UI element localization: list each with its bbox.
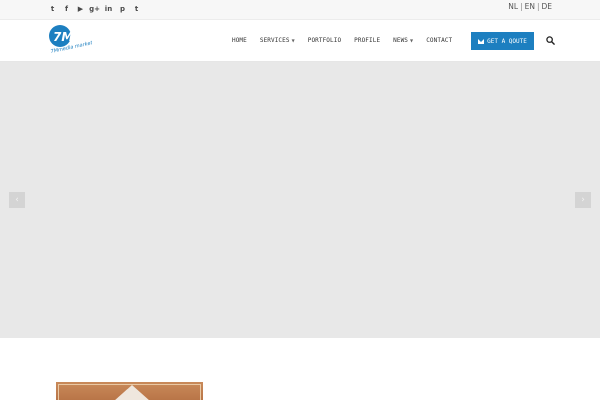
tumblr-icon[interactable]: t <box>132 4 141 14</box>
site-header: 7M 7Mmedia marketing HOME SERVICES ▼ PORT… <box>0 20 600 62</box>
nav-contact-label: CONTACT <box>426 37 453 44</box>
nav-services-label: SERVICES <box>259 37 290 44</box>
social-links: t f ▶ g+ in p t <box>48 4 141 14</box>
nav-portfolio-label: PORTFOLIO <box>307 37 342 44</box>
top-bar: t f ▶ g+ in p t NL | EN | DE <box>0 0 600 20</box>
nav-profile-label: PROFILE <box>354 37 381 44</box>
slider-prev-button[interactable]: ‹ <box>9 192 25 208</box>
language-en[interactable]: EN <box>525 2 535 11</box>
thumbnail-shape <box>114 385 150 400</box>
nav-portfolio[interactable]: PORTFOLIO <box>308 37 341 44</box>
language-separator: | <box>536 2 540 11</box>
logo-mark: 7M <box>53 30 73 44</box>
twitter-icon[interactable]: t <box>48 4 57 14</box>
nav-home-label: HOME <box>232 37 247 44</box>
youtube-icon[interactable]: ▶ <box>76 4 85 14</box>
envelope-icon <box>478 38 485 44</box>
language-separator: | <box>520 2 523 11</box>
nav-profile[interactable]: PROFILE <box>354 37 380 44</box>
nav-news[interactable]: NEWS ▼ <box>393 37 413 44</box>
chevron-down-icon: ▼ <box>410 38 414 43</box>
search-icon[interactable] <box>546 36 555 45</box>
nav-home[interactable]: HOME <box>232 37 247 44</box>
language-nl[interactable]: NL <box>508 2 518 11</box>
language-switcher: NL | EN | DE <box>508 2 552 11</box>
content-section <box>0 338 600 400</box>
nav-services[interactable]: SERVICES ▼ <box>260 37 295 44</box>
site-logo[interactable]: 7M 7Mmedia marketing <box>48 24 92 58</box>
get-a-quote-button[interactable]: GET A QOUTE <box>471 32 534 50</box>
slider-next-button[interactable]: › <box>575 192 591 208</box>
facebook-icon[interactable]: f <box>62 4 71 14</box>
pinterest-icon[interactable]: p <box>118 4 127 14</box>
main-navigation: HOME SERVICES ▼ PORTFOLIO PROFILE NEWS ▼ C… <box>232 31 465 50</box>
nav-news-label: NEWS <box>393 37 409 44</box>
linkedin-icon[interactable]: in <box>104 4 113 14</box>
google-plus-icon[interactable]: g+ <box>89 4 100 14</box>
hero-slider: ‹ › <box>0 62 600 338</box>
portfolio-thumbnail[interactable] <box>56 382 203 400</box>
chevron-down-icon: ▼ <box>291 38 295 43</box>
nav-contact[interactable]: CONTACT <box>426 37 452 44</box>
chevron-right-icon: › <box>581 195 585 205</box>
language-de[interactable]: DE <box>541 2 552 11</box>
chevron-left-icon: ‹ <box>15 195 19 205</box>
get-a-quote-label: GET A QOUTE <box>487 37 527 45</box>
